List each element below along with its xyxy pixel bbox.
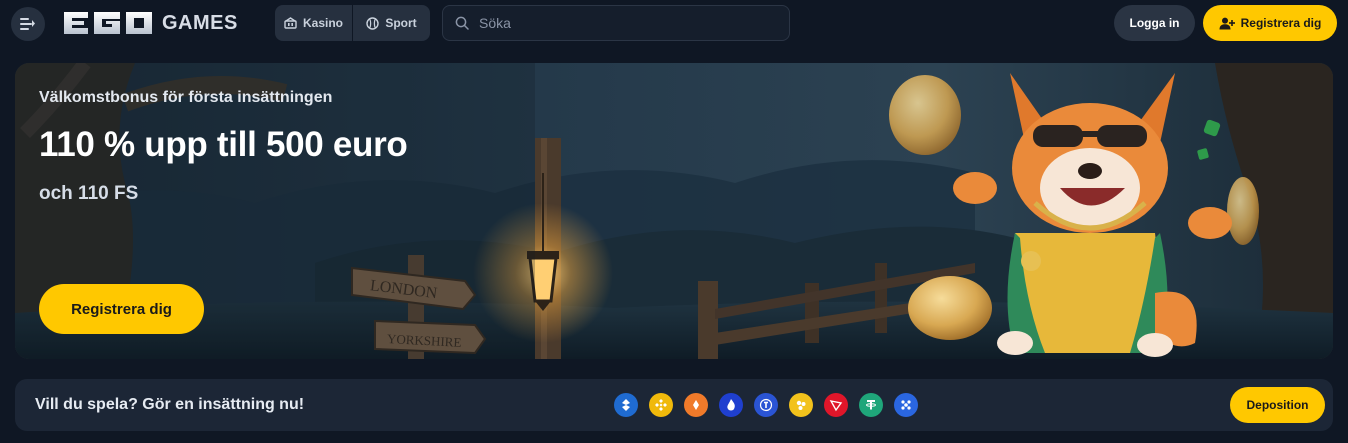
menu-toggle-button[interactable]	[11, 7, 45, 41]
register-button[interactable]: Registrera dig	[1203, 5, 1337, 41]
casino-icon	[284, 17, 297, 29]
logo-ego	[62, 10, 154, 36]
nav-item-label: Sport	[385, 16, 417, 30]
banner-subtitle: Välkomstbonus för första insättningen	[39, 89, 333, 106]
deposit-bar: Vill du spela? Gör en insättning nu! Dep…	[15, 379, 1333, 431]
login-button[interactable]: Logga in	[1114, 5, 1195, 41]
search-icon	[455, 16, 469, 30]
payment-methods	[614, 393, 918, 417]
litecoin-icon	[684, 393, 708, 417]
deposit-prompt: Vill du spela? Gör en insättning nu!	[35, 396, 305, 413]
search-box[interactable]	[442, 5, 790, 41]
promo-banner: LONDON YORKSHIRE Välkomstbonus för först…	[15, 63, 1333, 359]
site-logo[interactable]: GAMES	[62, 10, 238, 36]
banner-free-spins: och 110 FS	[39, 183, 139, 204]
deposit-button[interactable]: Deposition	[1230, 387, 1325, 423]
dogecoin-icon	[789, 393, 813, 417]
menu-icon	[20, 18, 35, 30]
banner-register-button[interactable]: Registrera dig	[39, 284, 204, 334]
bitcoin-cash-icon	[614, 393, 638, 417]
binance-icon	[649, 393, 673, 417]
nav-item-label: Kasino	[302, 16, 343, 30]
nav-item-sport[interactable]: Sport	[352, 5, 430, 41]
top-header: GAMES Kasino Sport Logga in	[0, 0, 1348, 46]
search-input[interactable]	[479, 15, 769, 31]
usdt-icon	[859, 393, 883, 417]
ball-icon	[366, 16, 380, 30]
ripple-icon	[894, 393, 918, 417]
flame-icon	[719, 393, 743, 417]
logo-games: GAMES	[162, 11, 238, 34]
main-nav: Kasino Sport	[275, 5, 430, 41]
logo-ego-mark	[64, 12, 152, 34]
register-button-label: Registrera dig	[1240, 16, 1322, 30]
nav-item-kasino[interactable]: Kasino	[275, 5, 352, 41]
tron-icon	[824, 393, 848, 417]
add-user-icon	[1219, 17, 1235, 29]
tether-icon	[754, 393, 778, 417]
banner-title: 110 % upp till 500 euro	[39, 125, 408, 164]
banner-text-block: Välkomstbonus för första insättningen 11…	[39, 89, 408, 205]
